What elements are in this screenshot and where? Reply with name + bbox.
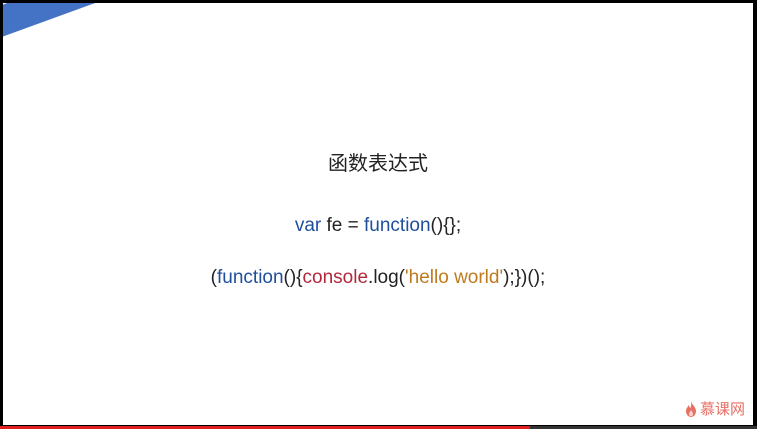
code-line-2: (function(){console.log('hello world');}… bbox=[3, 267, 753, 289]
code-string: 'hello world' bbox=[405, 267, 504, 288]
code-line-1: var fe = function(){}; bbox=[3, 215, 753, 237]
video-frame: 表达式 函数表达式 var fe = function(){}; (functi… bbox=[0, 0, 757, 429]
slide-title: 函数表达式 bbox=[328, 151, 428, 175]
code-text: );})(); bbox=[503, 267, 546, 288]
code-text: (){ bbox=[283, 267, 303, 288]
section-ribbon bbox=[3, 3, 402, 70]
watermark-logo: 慕课网 bbox=[685, 398, 745, 419]
section-ribbon-label: 表达式 bbox=[96, 27, 152, 64]
code-keyword-function: function bbox=[217, 267, 284, 288]
code-text: (){}; bbox=[430, 215, 462, 236]
slide: 表达式 函数表达式 var fe = function(){}; (functi… bbox=[3, 3, 753, 425]
flame-icon bbox=[685, 400, 697, 417]
code-object-console: console bbox=[302, 267, 369, 288]
code-text: fe = bbox=[321, 215, 364, 236]
watermark-label: 慕课网 bbox=[699, 400, 745, 418]
code-text: .log( bbox=[368, 267, 406, 288]
code-keyword-var: var bbox=[294, 215, 322, 236]
code-keyword-function: function bbox=[364, 215, 431, 236]
